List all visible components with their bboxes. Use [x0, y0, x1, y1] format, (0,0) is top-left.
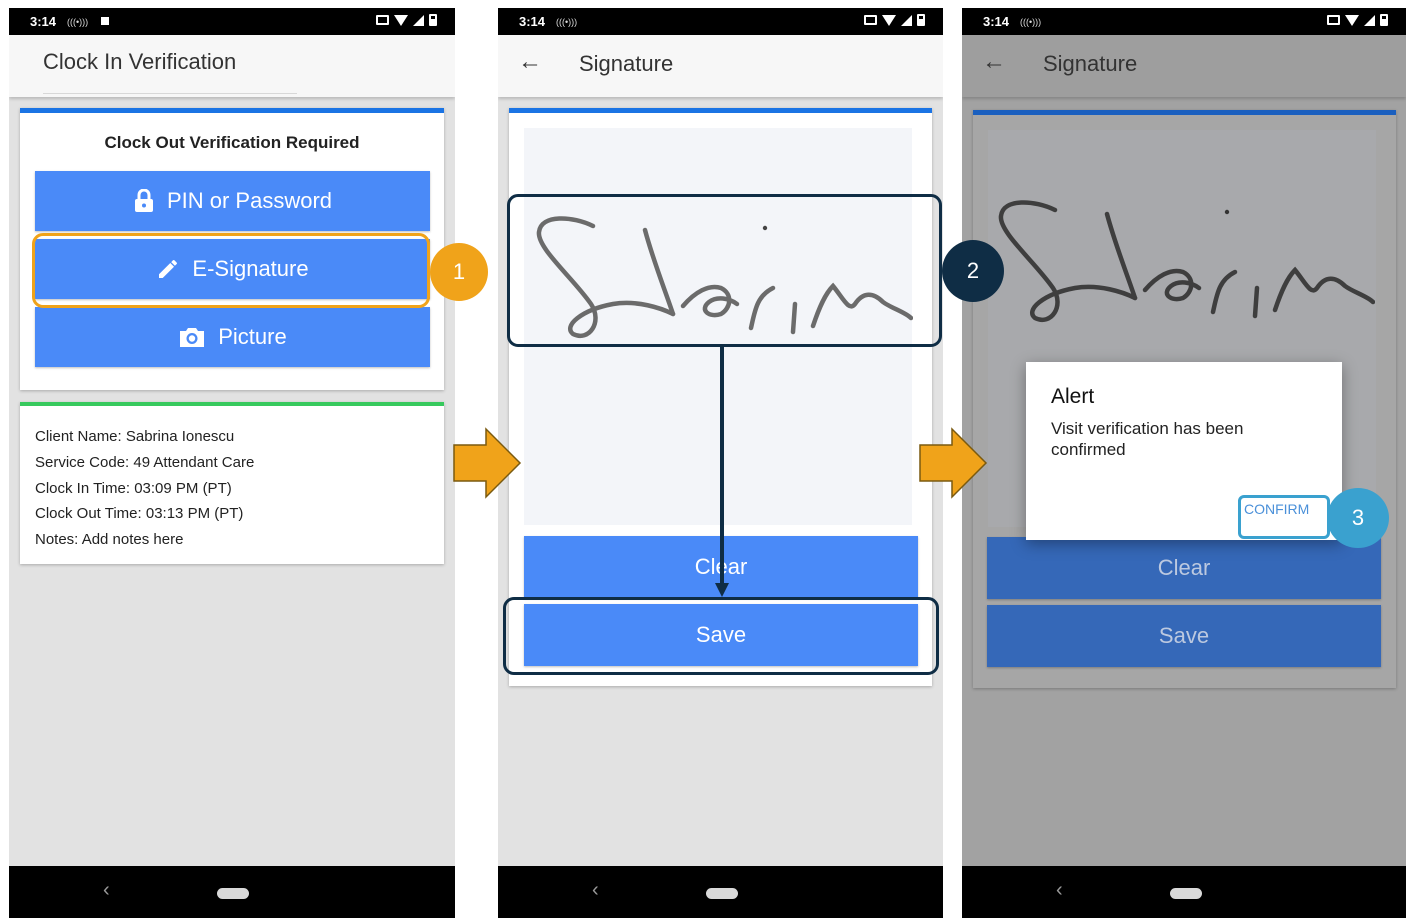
page-title: Signature [579, 51, 674, 76]
nav-home-icon[interactable] [706, 888, 738, 899]
battery-icon [917, 14, 925, 26]
battery-icon [429, 14, 437, 26]
status-bar: 3:14 (((•))) [9, 8, 455, 35]
flow-arrow-down [715, 345, 729, 597]
page-title: Signature [1043, 51, 1138, 76]
status-right-icons [864, 14, 925, 26]
callout-2: 2 [942, 240, 1004, 302]
clear-button: Clear [987, 537, 1381, 599]
wifi-icon [1345, 14, 1359, 26]
pin-password-label: PIN or Password [166, 188, 333, 213]
cast-icon [1327, 15, 1340, 25]
status-hotspot-icon: (((•))) [556, 17, 578, 27]
status-notification-icon [101, 17, 109, 25]
save-button: Save [987, 605, 1381, 667]
callout-3: 3 [1327, 488, 1389, 548]
nav-back-icon[interactable]: ‹ [1056, 879, 1063, 902]
arrow-left-icon[interactable]: ← [518, 48, 542, 76]
app-bar: Clock In Verification [9, 35, 455, 97]
status-hotspot-icon: (((•))) [67, 17, 89, 27]
lock-icon [134, 189, 153, 212]
callout-1: 1 [430, 243, 488, 301]
wifi-icon [882, 14, 896, 26]
status-time: 3:14 [30, 14, 57, 29]
client-name: Client Name: Sabrina Ionescu [35, 428, 235, 445]
page-title: Clock In Verification [43, 49, 237, 74]
highlight-signature [507, 194, 942, 347]
status-right-icons [376, 14, 437, 26]
status-bar: 3:14 (((•))) [962, 8, 1406, 35]
nav-home-icon[interactable] [217, 888, 249, 899]
screen-signature-confirmed: 3:14 (((•))) ← Signature Clear Save Aler… [962, 8, 1406, 918]
pin-password-button[interactable]: PIN or Password [35, 171, 430, 231]
visit-info: Client Name: Sabrina Ionescu Service Cod… [35, 424, 254, 553]
camera-icon [180, 328, 205, 347]
nav-home-icon[interactable] [1170, 888, 1202, 899]
card-accent-bar [509, 108, 932, 113]
notes: Notes: Add notes here [35, 531, 184, 549]
alert-title: Alert [1051, 385, 1095, 408]
battery-icon [1380, 14, 1388, 26]
signal-icon [1364, 14, 1375, 26]
service-code: Service Code: 49 Attendant Care [35, 453, 255, 471]
picture-label: Picture [218, 324, 287, 349]
nav-bar: ‹ [962, 866, 1406, 918]
verification-title: Clock Out Verification Required [104, 133, 360, 152]
card-accent-bar [973, 110, 1396, 115]
nav-bar: ‹ [498, 866, 943, 918]
step-arrow-2 [919, 427, 988, 499]
signal-icon [413, 14, 424, 26]
signal-icon [901, 14, 912, 26]
status-bar: 3:14 (((•))) [498, 8, 943, 35]
cast-icon [864, 15, 877, 25]
save-label: Save [1158, 623, 1210, 648]
info-accent-bar [20, 402, 444, 406]
visit-info-card: Client Name: Sabrina Ionescu Service Cod… [20, 402, 444, 564]
alert-message: Visit verification has been confirmed [1051, 419, 1244, 459]
cast-icon [376, 15, 389, 25]
clock-in-time: Clock In Time: 03:09 PM (PT) [35, 479, 232, 497]
clear-label: Clear [1157, 555, 1211, 580]
highlight-e-signature [32, 233, 430, 308]
arrow-left-icon[interactable]: ← [982, 48, 1006, 76]
status-time: 3:14 [519, 14, 546, 29]
signature-drawing [998, 200, 1375, 322]
title-underline [43, 93, 297, 94]
screen-clock-in-verification: 3:14 (((•))) Clock In Verification Clock… [9, 8, 455, 918]
clock-out-time: Clock Out Time: 03:13 PM (PT) [35, 505, 244, 523]
highlight-save [503, 597, 939, 675]
status-right-icons [1327, 14, 1388, 26]
status-hotspot-icon: (((•))) [1020, 17, 1042, 27]
nav-bar: ‹ [9, 866, 455, 918]
status-time: 3:14 [983, 14, 1010, 29]
step-arrow-1 [453, 427, 522, 499]
card-accent-bar [20, 108, 444, 113]
app-bar: ← Signature [962, 35, 1406, 97]
highlight-confirm [1238, 495, 1330, 539]
nav-back-icon[interactable]: ‹ [103, 879, 110, 902]
wifi-icon [394, 14, 408, 26]
picture-button[interactable]: Picture [35, 307, 430, 367]
nav-back-icon[interactable]: ‹ [592, 879, 599, 902]
app-bar: ← Signature [498, 35, 943, 97]
